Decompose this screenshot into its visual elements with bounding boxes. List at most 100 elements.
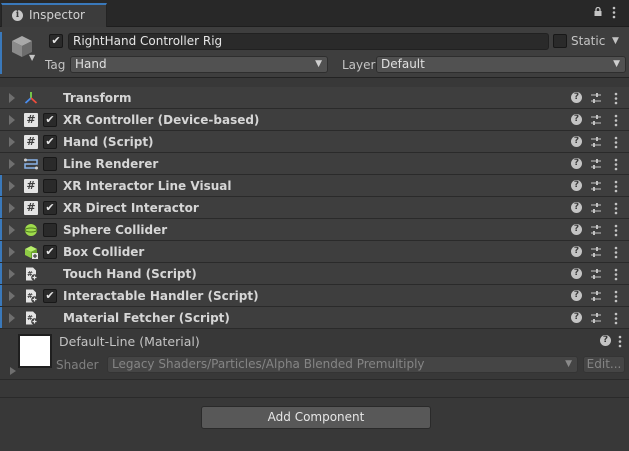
chevron-down-icon: ▼ [315,59,322,69]
component-enabled-checkbox[interactable] [43,157,57,171]
kebab-menu-icon[interactable] [614,246,618,259]
component-enabled-checkbox[interactable]: ✔ [43,135,57,149]
kebab-menu-icon[interactable] [614,158,618,171]
kebab-menu-icon[interactable] [614,92,618,105]
kebab-menu-icon[interactable] [614,202,618,215]
header-accent-bar [0,32,2,74]
kebab-menu-icon[interactable] [612,6,616,19]
help-icon[interactable]: ? [571,268,582,279]
foldout-arrow-icon[interactable] [9,137,15,147]
component-enabled-checkbox[interactable] [43,179,57,193]
icon-dropdown-arrow-icon[interactable]: ▼ [29,53,35,62]
foldout-arrow-icon[interactable] [9,115,15,125]
add-component-button[interactable]: Add Component [201,406,431,429]
presets-icon[interactable] [590,92,602,104]
layer-dropdown[interactable]: Default ▼ [376,56,626,73]
component-row[interactable]: Line Renderer? [0,153,629,175]
foldout-arrow-icon[interactable] [9,159,15,169]
script-hash-icon: # [24,201,38,215]
component-enabled-checkbox[interactable]: ✔ [43,289,57,303]
presets-icon[interactable] [590,180,602,192]
presets-icon[interactable] [590,268,602,280]
component-label: Line Renderer [63,157,159,171]
line-renderer-icon [24,157,38,171]
presets-icon[interactable] [590,312,602,324]
component-row[interactable]: # ✔ Interactable Handler (Script)? [0,285,629,307]
foldout-arrow-icon[interactable] [9,225,15,235]
component-row[interactable]: # Touch Hand (Script)? [0,263,629,285]
kebab-menu-icon[interactable] [614,290,618,303]
chevron-down-icon: ▼ [613,59,620,69]
component-label: Box Collider [63,245,145,259]
kebab-menu-icon[interactable] [614,114,618,127]
component-row[interactable]: # ✔ XR Direct Interactor? [0,197,629,219]
presets-icon[interactable] [590,246,602,258]
foldout-arrow-icon[interactable] [9,93,15,103]
kebab-menu-icon[interactable] [614,312,618,325]
static-checkbox[interactable] [553,34,567,48]
script-file-icon: # [24,311,38,325]
foldout-arrow-icon[interactable] [9,247,15,257]
material-foldout-arrow-icon[interactable] [10,367,16,375]
foldout-arrow-icon[interactable] [9,181,15,191]
foldout-arrow-icon[interactable] [9,313,15,323]
help-icon[interactable]: ? [571,136,582,147]
foldout-arrow-icon[interactable] [9,269,15,279]
component-row[interactable]: ✔ Box Collider? [0,241,629,263]
kebab-menu-icon[interactable] [614,180,618,193]
presets-icon[interactable] [590,114,602,126]
presets-icon[interactable] [590,224,602,236]
component-row[interactable]: # ✔ Hand (Script)? [0,131,629,153]
kebab-menu-icon[interactable] [614,268,618,281]
component-row[interactable]: # Material Fetcher (Script)? [0,307,629,329]
edit-shader-button[interactable]: Edit... [583,356,625,373]
kebab-menu-icon[interactable] [614,224,618,237]
foldout-arrow-icon[interactable] [9,203,15,213]
component-enabled-checkbox[interactable] [43,223,57,237]
tag-label: Tag [45,58,66,72]
help-icon[interactable]: ? [571,290,582,301]
help-icon[interactable]: ? [571,92,582,103]
material-preview-swatch[interactable] [18,334,52,368]
component-row[interactable]: # ✔ XR Controller (Device-based)? [0,109,629,131]
component-label: Touch Hand (Script) [63,267,197,281]
script-file-icon: # [24,267,38,281]
gameobject-name-input[interactable]: RightHand Controller Rig [68,33,549,50]
component-row[interactable]: Transform? [0,87,629,109]
component-label: Interactable Handler (Script) [63,289,259,303]
divider [0,397,629,398]
tab-inspector[interactable]: i Inspector [1,3,107,27]
help-icon[interactable]: ? [571,246,582,257]
script-hash-icon: # [24,179,38,193]
component-enabled-checkbox[interactable]: ✔ [43,113,57,127]
component-row[interactable]: Sphere Collider? [0,219,629,241]
foldout-arrow-icon[interactable] [9,291,15,301]
component-row[interactable]: # XR Interactor Line Visual? [0,175,629,197]
component-enabled-checkbox[interactable]: ✔ [43,201,57,215]
presets-icon[interactable] [590,290,602,302]
lock-icon[interactable] [594,7,602,16]
help-icon[interactable]: ? [571,114,582,125]
presets-icon[interactable] [590,158,602,170]
help-icon[interactable]: ? [600,335,611,346]
layer-label: Layer [342,58,376,72]
help-icon[interactable]: ? [571,158,582,169]
help-icon[interactable]: ? [571,202,582,213]
help-icon[interactable]: ? [571,180,582,191]
shader-dropdown[interactable]: Legacy Shaders/Particles/Alpha Blended P… [107,356,578,373]
help-icon[interactable]: ? [571,312,582,323]
static-label: Static [571,34,606,48]
presets-icon[interactable] [590,202,602,214]
component-enabled-checkbox[interactable]: ✔ [43,245,57,259]
script-hash-icon: # [24,113,38,127]
kebab-menu-icon[interactable] [614,136,618,149]
static-dropdown-arrow-icon[interactable]: ▼ [612,36,619,46]
kebab-menu-icon[interactable] [618,335,622,348]
help-icon[interactable]: ? [571,224,582,235]
box-collider-icon [24,245,38,259]
presets-icon[interactable] [590,136,602,148]
chevron-down-icon: ▼ [565,359,572,369]
shader-value: Legacy Shaders/Particles/Alpha Blended P… [112,357,425,371]
tag-dropdown[interactable]: Hand ▼ [70,56,328,73]
active-checkbox[interactable]: ✔ [49,34,63,48]
